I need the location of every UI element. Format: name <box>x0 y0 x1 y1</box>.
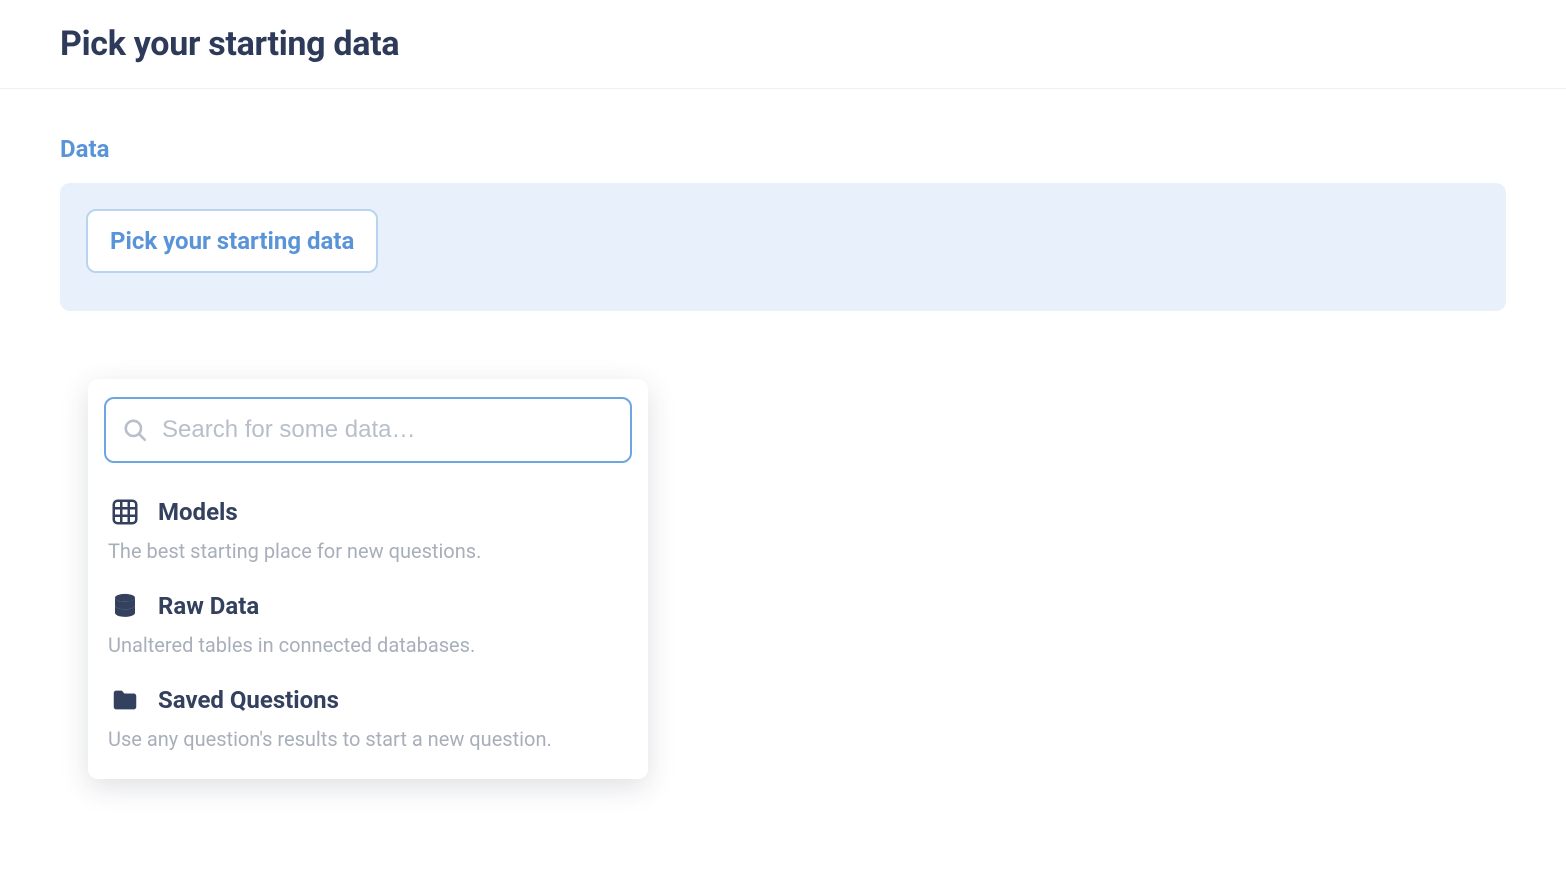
search-input[interactable] <box>162 416 618 444</box>
option-title: Saved Questions <box>158 686 339 714</box>
page-title: Pick your starting data <box>60 24 1506 64</box>
section-label-data: Data <box>60 135 1506 163</box>
database-icon <box>108 589 142 623</box>
folder-icon <box>108 683 142 717</box>
data-source-options: Models The best starting place for new q… <box>104 463 632 755</box>
option-description: Unaltered tables in connected databases. <box>108 633 628 657</box>
search-field-wrapper[interactable] <box>104 397 632 463</box>
content-area: Data Pick your starting data <box>0 89 1566 311</box>
pick-starting-data-button[interactable]: Pick your starting data <box>86 209 378 273</box>
data-source-dropdown: Models The best starting place for new q… <box>88 379 648 779</box>
option-models[interactable]: Models The best starting place for new q… <box>106 473 630 567</box>
data-panel: Pick your starting data <box>60 183 1506 311</box>
option-title: Models <box>158 498 238 526</box>
search-icon <box>118 413 152 447</box>
option-title: Raw Data <box>158 592 259 620</box>
option-description: Use any question's results to start a ne… <box>108 727 628 751</box>
option-raw-data[interactable]: Raw Data Unaltered tables in connected d… <box>106 567 630 661</box>
option-saved-questions[interactable]: Saved Questions Use any question's resul… <box>106 661 630 755</box>
option-description: The best starting place for new question… <box>108 539 628 563</box>
page-header: Pick your starting data <box>0 0 1566 89</box>
table-icon <box>108 495 142 529</box>
